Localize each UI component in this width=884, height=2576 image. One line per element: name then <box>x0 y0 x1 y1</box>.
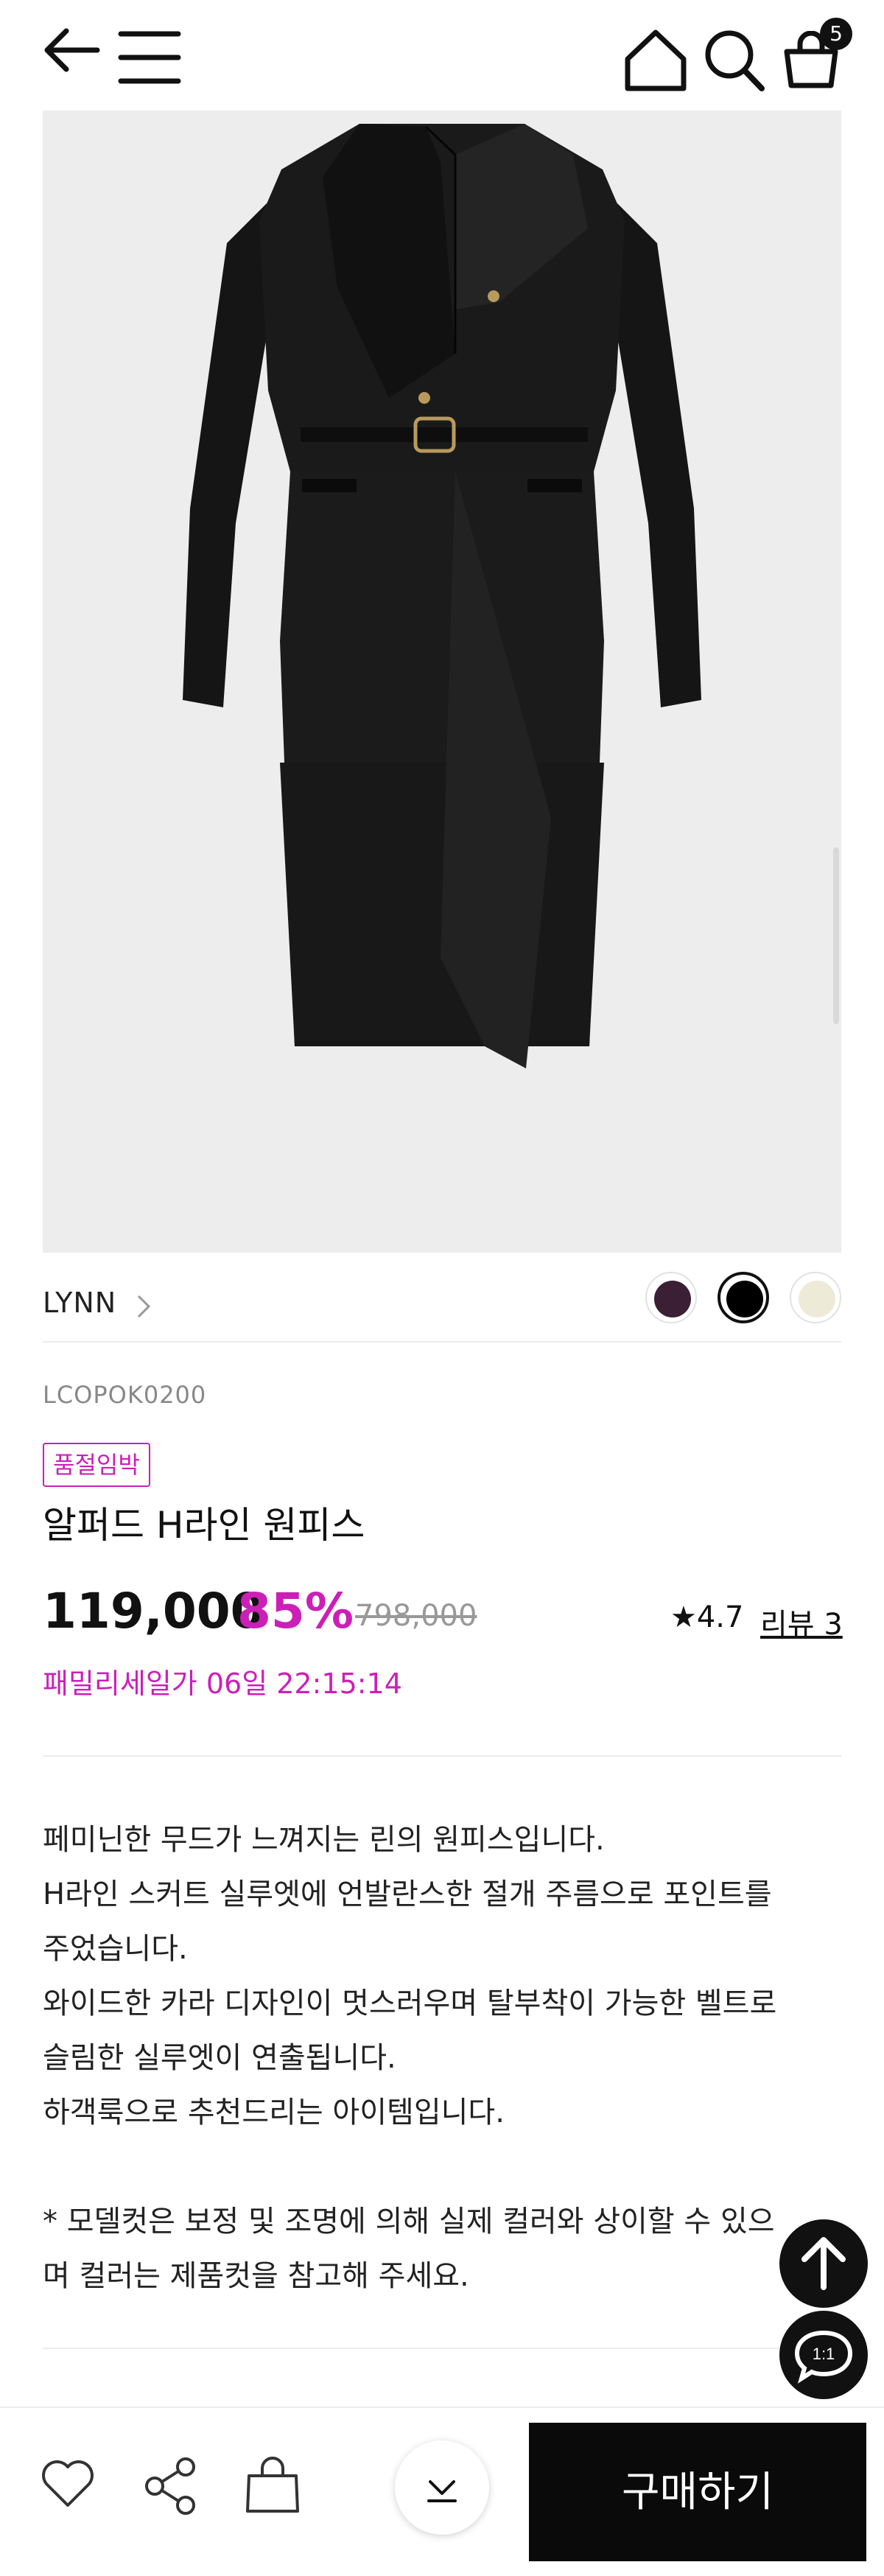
product-code: LCOPOK0200 <box>43 1381 207 1409</box>
share-icon[interactable] <box>140 2455 202 2517</box>
collapse-button[interactable] <box>395 2440 489 2535</box>
divider <box>43 2348 841 2349</box>
color-swatch-ivory[interactable] <box>790 1272 841 1323</box>
brand-row: LYNN <box>43 1270 841 1341</box>
chat-label: 1:1 <box>813 2345 835 2363</box>
dress-illustration <box>183 124 701 1068</box>
shopping-bag-icon[interactable] <box>243 2454 302 2516</box>
divider <box>43 1755 841 1757</box>
description-line: * 모델컷은 보정 및 조명에 의해 실제 컬러와 상이할 수 있으 <box>43 2205 775 2239</box>
image-scroll-indicator[interactable] <box>833 847 839 1024</box>
description-line: 며 컬러는 제품컷을 참고해 주세요. <box>43 2259 469 2293</box>
description-line: 와이드한 카라 디자인이 멋스러우며 탈부착이 가능한 벨트로 <box>43 1987 777 2020</box>
color-swatch-plum[interactable] <box>645 1272 697 1323</box>
home-icon[interactable] <box>623 28 688 91</box>
color-swatch-black-selected[interactable] <box>718 1272 769 1323</box>
cart-count-badge: 5 <box>820 18 852 50</box>
product-name: 알퍼드 H라인 원피스 <box>43 1504 365 1547</box>
sale-timer: 패밀리세일가 06일 22:15:14 <box>43 1667 402 1700</box>
menu-icon[interactable] <box>118 28 181 87</box>
color-swatch-fill <box>799 1281 835 1317</box>
color-swatch-fill <box>726 1281 763 1317</box>
buy-button[interactable]: 구매하기 <box>529 2423 866 2561</box>
description-line: 주었습니다. <box>43 1932 188 1966</box>
bottom-action-bar: 구매하기 <box>0 2407 884 2576</box>
brand-name[interactable]: LYNN <box>43 1287 116 1319</box>
sale-price: 119,000 <box>43 1583 264 1639</box>
stock-badge: 품절임박 <box>43 1443 150 1487</box>
search-icon[interactable] <box>703 28 765 91</box>
chevron-down-icon <box>427 2480 457 2502</box>
product-image[interactable] <box>43 111 841 1253</box>
arrow-up-icon <box>801 2237 846 2290</box>
description-line: 페미닌한 무드가 느껴지는 린의 원피스입니다. <box>43 1823 605 1857</box>
top-navigation-bar: 5 <box>0 0 884 111</box>
divider <box>43 1341 841 1343</box>
chat-bubble-icon: 1:1 <box>794 2330 853 2384</box>
chat-button[interactable]: 1:1 <box>779 2311 868 2399</box>
review-link[interactable]: 리뷰 3 <box>760 1600 843 1643</box>
chevron-right-icon[interactable] <box>136 1294 152 1322</box>
heart-icon[interactable] <box>40 2460 96 2510</box>
original-price: 798,000 <box>355 1599 477 1633</box>
back-arrow-icon[interactable] <box>41 19 103 81</box>
product-description: 페미닌한 무드가 느껴지는 린의 원피스입니다. H라인 스커트 실루엣에 언발… <box>43 1813 838 2303</box>
description-line: H라인 스커트 실루엣에 언발란스한 절개 주름으로 포인트를 <box>43 1877 772 1911</box>
discount-rate: 85% <box>237 1583 354 1639</box>
description-line: 하객룩으로 추천드리는 아이템입니다. <box>43 2096 505 2129</box>
rating: ★4.7 <box>670 1600 744 1634</box>
color-swatch-fill <box>654 1281 691 1317</box>
description-line: 슬림한 실루엣이 연출됩니다. <box>43 2041 396 2075</box>
scroll-to-top-button[interactable] <box>779 2219 868 2308</box>
